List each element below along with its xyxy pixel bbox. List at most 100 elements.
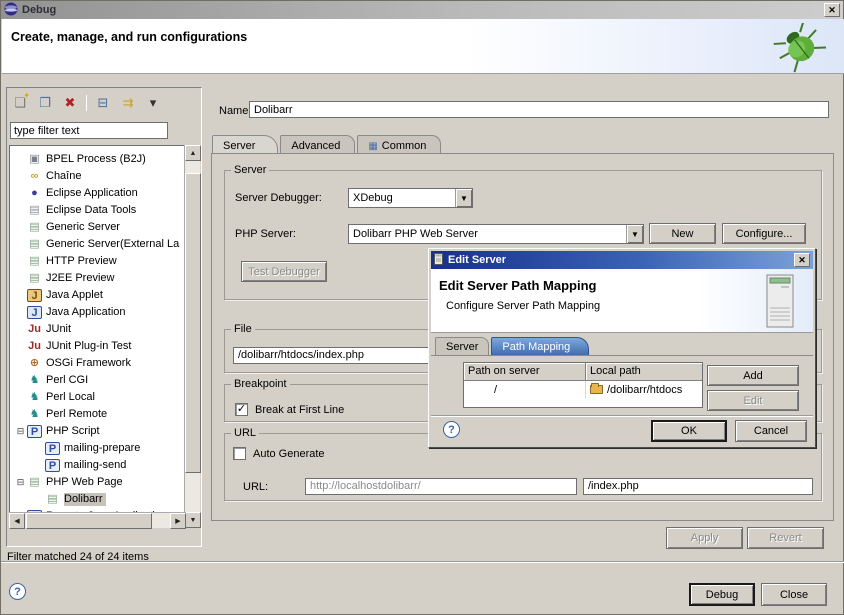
- tree-item-eclipse-application[interactable]: ●Eclipse Application: [10, 185, 184, 202]
- delete-icon[interactable]: ✖: [61, 94, 79, 112]
- tab-common[interactable]: ▦Common: [357, 135, 441, 154]
- add-mapping-button[interactable]: Add: [707, 365, 799, 386]
- tree-item-mailing-prepare[interactable]: Pmailing-prepare: [10, 440, 184, 457]
- collapse-all-icon[interactable]: ⊟: [94, 94, 112, 112]
- tree-item-generic-server-external-la[interactable]: ▤Generic Server(External La: [10, 236, 184, 253]
- vertical-scroll-thumb[interactable]: [185, 173, 201, 473]
- server-icon: ▤: [27, 221, 42, 234]
- horizontal-scroll-thumb[interactable]: [26, 513, 152, 529]
- revert-button: Revert: [747, 527, 824, 549]
- tree-item-php-script[interactable]: ⊟PPHP Script: [10, 423, 184, 440]
- tree-item-label: Generic Server: [46, 221, 123, 234]
- duplicate-icon[interactable]: ❐: [36, 94, 54, 112]
- tree-item-eclipse-data-tools[interactable]: ▤Eclipse Data Tools: [10, 202, 184, 219]
- new-configuration-icon[interactable]: ❏✦: [11, 94, 29, 112]
- tree-item-java-application[interactable]: JJava Application: [10, 304, 184, 321]
- filter-icon[interactable]: ⇉: [119, 94, 137, 112]
- close-button[interactable]: Close: [761, 583, 827, 606]
- collapse-expander-icon[interactable]: ⊟: [14, 426, 27, 437]
- tree-item-bpel-process-b2j[interactable]: ▣BPEL Process (B2J): [10, 151, 184, 168]
- tab-label: Server: [446, 341, 478, 353]
- tab-divider: [431, 355, 813, 356]
- auto-generate-label: Auto Generate: [253, 448, 325, 460]
- tree-item-label: Eclipse Data Tools: [46, 204, 139, 217]
- test-debugger-button: Test Debugger: [241, 261, 327, 282]
- filter-input[interactable]: [10, 122, 168, 139]
- tree-item-perl-local[interactable]: ♞Perl Local: [10, 389, 184, 406]
- name-input[interactable]: [249, 101, 829, 118]
- file-group-title: File: [231, 323, 255, 335]
- tree-item-junit-plug-in-test[interactable]: JuJUnit Plug-in Test: [10, 338, 184, 355]
- tree-item-junit[interactable]: JuJUnit: [10, 321, 184, 338]
- php-script-icon: P: [27, 425, 42, 438]
- server-tower-icon: [761, 274, 799, 333]
- tree-item-mailing-send[interactable]: Pmailing-send: [10, 457, 184, 474]
- dialog-tab-path-mapping[interactable]: Path Mapping: [491, 337, 589, 355]
- edit-server-title: Edit Server: [448, 254, 506, 266]
- new-server-button[interactable]: New: [649, 223, 716, 244]
- eclipse-icon: [4, 2, 18, 19]
- server-debugger-label: Server Debugger:: [235, 192, 322, 204]
- tab-server[interactable]: Server: [212, 135, 278, 154]
- chevron-down-icon[interactable]: ▼: [455, 189, 472, 207]
- column-header-local-path[interactable]: Local path: [586, 363, 702, 381]
- server-path-cell: /: [464, 381, 586, 398]
- footer-separator: [1, 561, 844, 563]
- server-group-title: Server: [231, 164, 269, 176]
- banner-title: Create, manage, and run configurations: [11, 30, 247, 44]
- tab-advanced[interactable]: Advanced: [280, 135, 355, 154]
- column-header-path-on-server[interactable]: Path on server: [464, 363, 586, 381]
- configure-server-button[interactable]: Configure...: [722, 223, 806, 244]
- table-icon: ▦: [368, 141, 377, 152]
- server-icon: ▤: [27, 272, 42, 285]
- tree-item-label: Generic Server(External La: [46, 238, 182, 251]
- collapse-expander-icon[interactable]: ⊟: [14, 477, 27, 488]
- tree-item-j2ee-preview[interactable]: ▤J2EE Preview: [10, 270, 184, 287]
- dialog-tab-server[interactable]: Server: [435, 337, 489, 355]
- edit-server-heading: Edit Server Path Mapping: [439, 278, 596, 293]
- chevron-down-icon[interactable]: ▼: [626, 225, 643, 243]
- tree-item-php-web-page[interactable]: ⊟▤PHP Web Page: [10, 474, 184, 491]
- tree-item-perl-remote[interactable]: ♞Perl Remote: [10, 406, 184, 423]
- debug-button[interactable]: Debug: [689, 583, 755, 606]
- ok-button[interactable]: OK: [651, 420, 727, 442]
- window-close-button[interactable]: ✕: [824, 3, 840, 17]
- server-debugger-select[interactable]: XDebug ▼: [348, 188, 473, 208]
- scroll-right-icon[interactable]: ▶: [170, 513, 186, 529]
- php-server-select[interactable]: Dolibarr PHP Web Server ▼: [348, 224, 644, 244]
- tree-item-osgi-framework[interactable]: ⊕OSGi Framework: [10, 355, 184, 372]
- php-script-icon: P: [45, 459, 60, 472]
- scroll-down-icon[interactable]: ▼: [185, 512, 201, 528]
- toolbar-divider: [86, 95, 87, 111]
- auto-generate-checkbox[interactable]: [233, 447, 246, 460]
- help-icon[interactable]: ?: [9, 583, 26, 600]
- tree-item-generic-server[interactable]: ▤ Generic Server: [10, 219, 184, 236]
- local-path-text: /dolibarr/htdocs: [607, 384, 682, 396]
- eclipse-application-icon: ●: [27, 187, 42, 200]
- debug-window: Debug ✕ Create, manage, and run configur…: [0, 0, 844, 615]
- tree-horizontal-scrollbar[interactable]: ◀ ▶: [9, 512, 186, 528]
- tree-item-cha-ne[interactable]: ∞Chaîne: [10, 168, 184, 185]
- scroll-up-icon[interactable]: ▲: [185, 145, 201, 161]
- tree-item-dolibarr[interactable]: ▤Dolibarr: [10, 491, 184, 508]
- menu-dropdown-icon[interactable]: ▾: [144, 94, 162, 112]
- scroll-left-icon[interactable]: ◀: [9, 513, 25, 529]
- cancel-button[interactable]: Cancel: [735, 420, 807, 442]
- tab-label: Server: [223, 140, 255, 152]
- junit-plugin-icon: Ju: [27, 340, 42, 353]
- camel-icon: ♞: [27, 374, 42, 387]
- help-icon[interactable]: ?: [443, 421, 460, 438]
- edit-server-close-button[interactable]: ✕: [794, 253, 810, 267]
- break-first-line-checkbox[interactable]: ✓: [235, 403, 248, 416]
- tree-vertical-scrollbar[interactable]: ▲ ▼: [184, 145, 200, 528]
- url-label: URL:: [243, 481, 268, 493]
- mapping-row[interactable]: / /dolibarr/htdocs: [464, 381, 702, 398]
- tree-item-http-preview[interactable]: ▤HTTP Preview: [10, 253, 184, 270]
- tree-item-label: Java Application: [46, 306, 129, 319]
- java-applet-icon: J: [27, 289, 42, 302]
- tree-item-java-applet[interactable]: JJava Applet: [10, 287, 184, 304]
- edit-server-header: Edit Server Path Mapping Configure Serve…: [431, 269, 813, 333]
- tree-item-perl-cgi[interactable]: ♞Perl CGI: [10, 372, 184, 389]
- url-path-input[interactable]: /index.php: [583, 478, 813, 495]
- tree-item-label: BPEL Process (B2J): [46, 153, 149, 166]
